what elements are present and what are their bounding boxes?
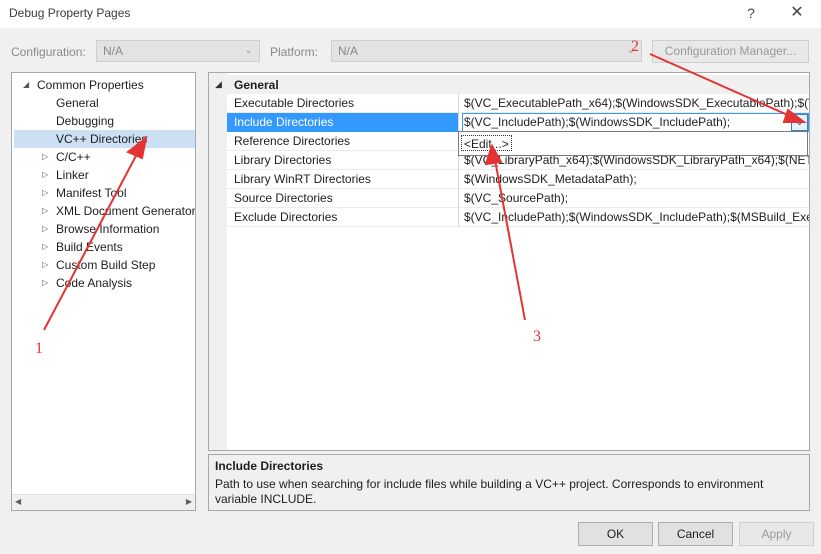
- tree-item-label: Code Analysis: [56, 276, 133, 290]
- property-name: Exclude Directories: [227, 208, 459, 227]
- ok-button[interactable]: OK: [578, 522, 653, 546]
- property-row-library-winrt-directories[interactable]: Library WinRT Directories $(WindowsSDK_M…: [227, 170, 809, 189]
- chevron-down-icon: ⌄: [244, 45, 253, 56]
- annotation-number-1: 1: [35, 340, 43, 357]
- tree-item-code-analysis[interactable]: ▷ Code Analysis: [42, 274, 133, 292]
- property-value-field[interactable]: $(VC_IncludePath);$(WindowsSDK_IncludePa…: [462, 113, 809, 132]
- configuration-value: N/A: [103, 44, 124, 58]
- configuration-label: Configuration:: [11, 45, 86, 59]
- expanded-arrow-icon[interactable]: ◢: [215, 79, 222, 90]
- collapsed-arrow-icon[interactable]: ▷: [42, 148, 48, 166]
- property-name: Reference Directories: [227, 132, 459, 151]
- help-button[interactable]: ?: [740, 2, 762, 24]
- dropdown-popup: <Edit...>: [458, 131, 808, 156]
- property-tree: ◢ Common Properties General Debugging VC…: [11, 72, 196, 511]
- dropdown-option-edit[interactable]: <Edit...>: [461, 135, 512, 151]
- property-grid: ◢ General Executable Directories $(VC_Ex…: [208, 72, 810, 451]
- description-panel: Include Directories Path to use when sea…: [208, 454, 810, 511]
- collapsed-arrow-icon[interactable]: ▷: [42, 256, 48, 274]
- scroll-left-icon[interactable]: ◀: [15, 497, 21, 506]
- tree-item-general[interactable]: General: [56, 94, 99, 112]
- platform-value: N/A: [338, 44, 359, 58]
- tree-root-label: Common Properties: [37, 78, 144, 92]
- tree-item-build-events[interactable]: ▷ Build Events: [42, 238, 123, 256]
- collapsed-arrow-icon[interactable]: ▷: [42, 202, 48, 220]
- category-header-general[interactable]: ◢ General: [209, 75, 809, 94]
- collapsed-arrow-icon[interactable]: ▷: [42, 166, 48, 184]
- collapsed-arrow-icon[interactable]: ▷: [42, 238, 48, 256]
- annotation-number-2: 2: [631, 38, 639, 55]
- property-value[interactable]: $(WindowsSDK_MetadataPath);: [462, 170, 809, 189]
- window-title: Debug Property Pages: [9, 6, 131, 20]
- tree-item-linker[interactable]: ▷ Linker: [42, 166, 89, 184]
- platform-select[interactable]: N/A ⌄: [331, 40, 642, 62]
- description-title: Include Directories: [215, 459, 324, 473]
- tree-item-c-cpp[interactable]: ▷ C/C++: [42, 148, 91, 166]
- scroll-right-icon[interactable]: ▶: [186, 497, 192, 506]
- tree-item-label: C/C++: [56, 150, 91, 164]
- property-value[interactable]: $(VC_IncludePath);$(WindowsSDK_IncludePa…: [462, 208, 809, 227]
- property-value[interactable]: $(VC_SourcePath);: [462, 189, 809, 208]
- apply-button[interactable]: Apply: [739, 522, 814, 546]
- tree-item-label: Browse Information: [56, 222, 160, 236]
- category-title: General: [234, 78, 279, 92]
- tree-item-label: XML Document Generator: [56, 204, 196, 218]
- property-name: Library Directories: [227, 151, 459, 170]
- tree-item-label: Custom Build Step: [56, 258, 156, 272]
- dropdown-chevron-icon[interactable]: ⌄: [791, 114, 808, 131]
- tree-item-debugging[interactable]: Debugging: [56, 112, 114, 130]
- close-button[interactable]: ✕: [784, 2, 810, 24]
- tree-item-vc-directories[interactable]: VC++ Directories: [56, 130, 147, 148]
- configuration-select[interactable]: N/A ⌄: [96, 40, 260, 62]
- property-name: Source Directories: [227, 189, 459, 208]
- property-name: Library WinRT Directories: [227, 170, 459, 189]
- title-bar: Debug Property Pages ? ✕: [0, 0, 821, 28]
- property-row-exclude-directories[interactable]: Exclude Directories $(VC_IncludePath);$(…: [227, 208, 809, 227]
- tree-item-custom-build-step[interactable]: ▷ Custom Build Step: [42, 256, 156, 274]
- tree-root-common-properties[interactable]: ◢ Common Properties: [23, 76, 144, 94]
- tree-item-label: Linker: [56, 168, 89, 182]
- collapsed-arrow-icon[interactable]: ▷: [42, 274, 48, 292]
- tree-item-manifest-tool[interactable]: ▷ Manifest Tool: [42, 184, 127, 202]
- tree-item-label: Build Events: [56, 240, 123, 254]
- tree-item-xml-document-generator[interactable]: ▷ XML Document Generator: [42, 202, 196, 220]
- tree-horizontal-scrollbar[interactable]: ◀ ▶: [12, 494, 195, 510]
- property-row-source-directories[interactable]: Source Directories $(VC_SourcePath);: [227, 189, 809, 208]
- property-name: Executable Directories: [227, 94, 459, 113]
- annotation-number-3: 3: [533, 328, 541, 345]
- collapsed-arrow-icon[interactable]: ▷: [42, 220, 48, 238]
- property-row-executable-directories[interactable]: Executable Directories $(VC_ExecutablePa…: [227, 94, 809, 113]
- property-name: Include Directories: [227, 113, 459, 132]
- property-value[interactable]: $(VC_ExecutablePath_x64);$(WindowsSDK_Ex…: [462, 94, 809, 113]
- configuration-manager-button[interactable]: Configuration Manager...: [652, 40, 809, 63]
- cancel-button[interactable]: Cancel: [658, 522, 733, 546]
- tree-item-browse-information[interactable]: ▷ Browse Information: [42, 220, 160, 238]
- grid-gutter: [209, 73, 227, 450]
- description-text: Path to use when searching for include f…: [215, 477, 764, 506]
- platform-label: Platform:: [270, 45, 319, 59]
- collapsed-arrow-icon[interactable]: ▷: [42, 184, 48, 202]
- tree-item-label: Manifest Tool: [56, 186, 127, 200]
- expanded-arrow-icon[interactable]: ◢: [23, 76, 29, 94]
- property-row-include-directories[interactable]: Include Directories $(VC_IncludePath);$(…: [227, 113, 809, 132]
